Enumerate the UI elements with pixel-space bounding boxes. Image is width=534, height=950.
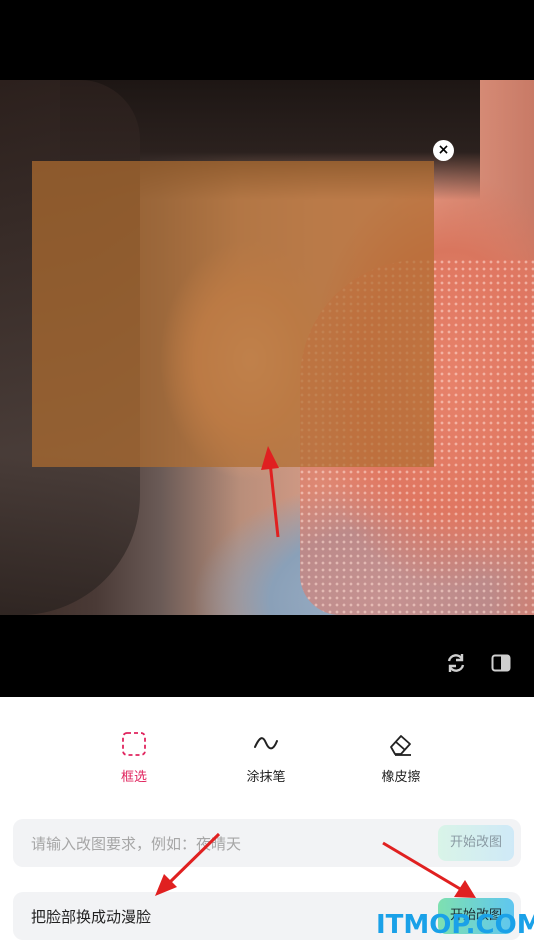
tool-label: 橡皮擦 — [381, 770, 421, 785]
dashed-square-icon — [122, 732, 146, 756]
prompt-placeholder: 请输入改图要求，例如：夜晴天 — [31, 835, 242, 853]
prompt-value: 把脸部换成动漫脸 — [31, 908, 152, 926]
refresh-icon[interactable] — [445, 652, 467, 674]
top-black-bar — [0, 0, 534, 80]
tool-label: 涂抹笔 — [246, 770, 286, 785]
watermark-logo: ITMOP.COM — [376, 910, 534, 940]
close-selection-button[interactable]: × — [433, 140, 454, 161]
wave-icon — [254, 737, 278, 750]
selection-box[interactable] — [32, 161, 434, 467]
compare-icon[interactable] — [490, 652, 512, 674]
tool-box-select[interactable]: 框选 — [94, 730, 174, 785]
eraser-icon — [390, 735, 411, 756]
tool-brush[interactable]: 涂抹笔 — [226, 730, 306, 785]
prompt-input[interactable]: 请输入改图要求，例如：夜晴天 开始改图 — [13, 819, 521, 867]
tool-eraser[interactable]: 橡皮擦 — [361, 730, 441, 785]
start-edit-button-disabled[interactable]: 开始改图 — [438, 825, 514, 861]
tool-label: 框选 — [120, 770, 147, 785]
